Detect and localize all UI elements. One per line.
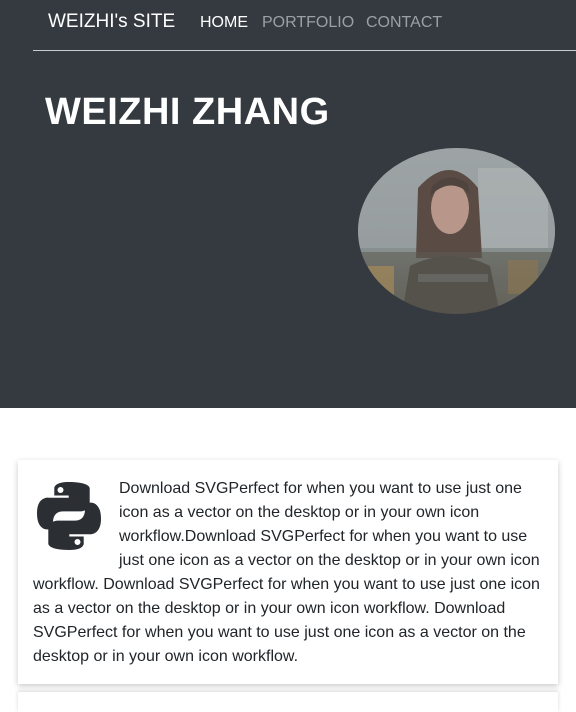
nav-link-home[interactable]: HOME [200, 14, 248, 32]
nav-link-contact[interactable]: CONTACT [366, 14, 442, 32]
nav-link-portfolio[interactable]: PORTFOLIO [262, 14, 354, 32]
card-body: Download SVGPerfect for when you want to… [33, 477, 545, 669]
site-brand-link[interactable]: WEIZHI's SITE [48, 11, 175, 33]
card-text: Download SVGPerfect for when you want to… [33, 480, 540, 665]
page-title: WEIZHI ZHANG [45, 91, 330, 134]
portrait-image [358, 148, 555, 314]
navbar: WEIZHI's SITE HOME PORTFOLIO CONTACT [33, 0, 576, 51]
intro-card: Download SVGPerfect for when you want to… [18, 460, 558, 684]
avatar-photo [358, 148, 555, 314]
python-icon [37, 482, 101, 550]
hero-section: WEIZHI's SITE HOME PORTFOLIO CONTACT WEI… [0, 0, 576, 408]
next-card [18, 692, 558, 712]
